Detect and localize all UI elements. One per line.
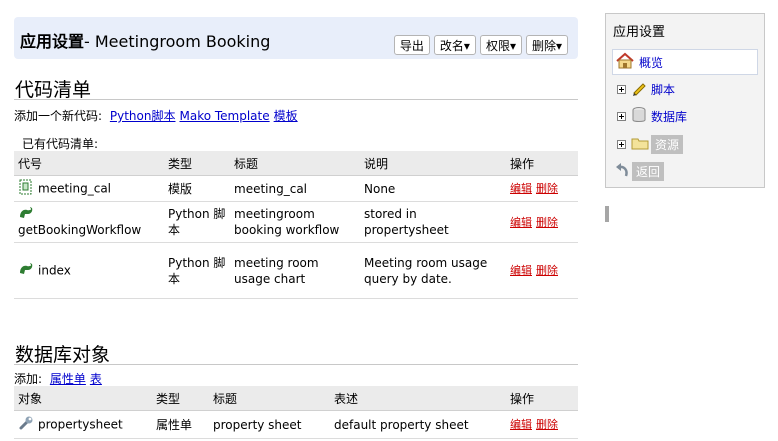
add-db-label: 添加: (14, 372, 43, 386)
sidebar-item-back[interactable]: 返回 (612, 158, 665, 184)
add-code-line: 添加一个新代码: Python脚本 Mako Template 模板 (14, 107, 298, 124)
delete-link[interactable]: 删除 (536, 216, 558, 229)
database-icon (631, 106, 647, 127)
pencil-icon (631, 80, 647, 99)
wrench-icon (18, 415, 34, 435)
code-section-title: 代码清单 (15, 79, 92, 101)
table-header-row: 对象 类型 标题 表述 操作 (14, 386, 578, 411)
column-header: 操作 (506, 386, 578, 411)
table-header-row: 代号 类型 标题 说明 操作 (14, 151, 578, 176)
column-header: 表述 (330, 386, 506, 411)
table-row: index Python 脚本 meeting room usage chart… (14, 242, 578, 299)
rename-button[interactable]: 改名▾ (433, 35, 476, 55)
code-type: Python 脚本 (164, 242, 230, 299)
table-row: getBookingWorkflow Python 脚本 meetingroom… (14, 201, 578, 243)
code-type: Python 脚本 (164, 201, 230, 243)
sidebar-item-label: 资源 (651, 134, 684, 154)
row-actions: 编辑 删除 (506, 242, 578, 299)
table-row: propertysheet 属性单 property sheet default… (14, 410, 578, 439)
row-actions: 编辑 删除 (506, 201, 578, 243)
add-template-link[interactable]: 模板 (274, 109, 298, 123)
column-header: 对象 (14, 386, 152, 411)
sidebar-item-resources[interactable]: 资源 (612, 131, 684, 157)
code-name[interactable]: index (38, 263, 71, 277)
db-section-title: 数据库对象 (15, 344, 111, 366)
db-object-desc: default property sheet (330, 410, 506, 439)
folder-icon (631, 135, 649, 154)
sidebar-item-label[interactable]: 数据库 (651, 108, 687, 125)
table-row: meeting_cal 模版 meeting_cal None 编辑 删除 (14, 175, 578, 202)
delete-link[interactable]: 删除 (536, 182, 558, 195)
code-title: meeting room usage chart (230, 242, 360, 299)
column-header: 代号 (14, 151, 164, 176)
sidebar-scrollbar[interactable] (605, 206, 609, 222)
sidebar-item-label[interactable]: 脚本 (651, 81, 675, 98)
expand-icon[interactable] (617, 139, 626, 149)
edit-link[interactable]: 编辑 (510, 182, 532, 195)
sidebar-item-overview[interactable]: 概览 (612, 49, 758, 75)
code-table: 代号 类型 标题 说明 操作 meeting_cal 模版 meeting_ca… (14, 151, 578, 299)
expand-icon[interactable] (617, 111, 626, 121)
add-code-label: 添加一个新代码: (14, 109, 103, 123)
column-header: 标题 (230, 151, 360, 176)
delete-link[interactable]: 删除 (536, 418, 558, 431)
add-mako-template-link[interactable]: Mako Template (179, 109, 269, 123)
python-icon (18, 206, 156, 224)
row-actions: 编辑 删除 (506, 175, 578, 202)
column-header: 标题 (209, 386, 330, 411)
sidebar: 应用设置 概览 脚本 数据库 资源 返回 (605, 13, 765, 188)
section-divider (14, 99, 578, 100)
code-desc: stored in propertysheet (360, 201, 506, 243)
db-object-title: property sheet (209, 410, 330, 439)
column-header: 类型 (164, 151, 230, 176)
permission-button[interactable]: 权限▾ (479, 35, 522, 55)
code-type: 模版 (164, 175, 230, 202)
back-arrow-icon (614, 161, 630, 182)
sidebar-item-scripts[interactable]: 脚本 (612, 76, 675, 102)
template-icon (18, 179, 34, 199)
existing-code-label: 已有代码清单: (22, 137, 99, 151)
delete-button[interactable]: 删除▾ (525, 35, 568, 55)
sidebar-title: 应用设置 (613, 25, 666, 40)
section-divider (14, 364, 578, 365)
column-header: 类型 (152, 386, 209, 411)
code-title: meetingroom booking workflow (230, 201, 360, 243)
main-panel: 应用设置- Meetingroom Booking 导出 改名▾ 权限▾ 删除▾… (0, 0, 590, 441)
edit-link[interactable]: 编辑 (510, 264, 532, 277)
code-name[interactable]: meeting_cal (38, 181, 111, 195)
python-icon (18, 262, 34, 280)
sidebar-item-database[interactable]: 数据库 (612, 103, 687, 129)
code-title: meeting_cal (230, 175, 360, 202)
db-table: 对象 类型 标题 表述 操作 propertysheet 属性单 propert… (14, 386, 578, 439)
column-header: 说明 (360, 151, 506, 176)
page-title: 应用设置- Meetingroom Booking (20, 32, 271, 51)
add-python-script-link[interactable]: Python脚本 (110, 109, 176, 123)
edit-link[interactable]: 编辑 (510, 216, 532, 229)
add-table-link[interactable]: 表 (90, 372, 102, 386)
row-actions: 编辑 删除 (506, 410, 578, 439)
export-button[interactable]: 导出 (393, 35, 430, 55)
home-icon (615, 52, 635, 73)
edit-link[interactable]: 编辑 (510, 418, 532, 431)
sidebar-item-label: 返回 (632, 161, 665, 181)
code-desc: None (360, 175, 506, 202)
db-object-type: 属性单 (152, 410, 209, 439)
delete-link[interactable]: 删除 (536, 264, 558, 277)
toolbar: 导出 改名▾ 权限▾ 删除▾ (393, 35, 568, 55)
db-object-name[interactable]: propertysheet (38, 417, 123, 431)
page-header: 应用设置- Meetingroom Booking 导出 改名▾ 权限▾ 删除▾ (14, 17, 578, 59)
expand-icon[interactable] (617, 84, 626, 94)
add-db-line: 添加: 属性单表 (14, 370, 102, 387)
add-propertysheet-link[interactable]: 属性单 (50, 372, 86, 386)
code-name[interactable]: getBookingWorkflow (18, 223, 141, 237)
code-desc: Meeting room usage query by date. (360, 242, 506, 299)
column-header: 操作 (506, 151, 578, 176)
sidebar-item-label[interactable]: 概览 (639, 54, 663, 71)
